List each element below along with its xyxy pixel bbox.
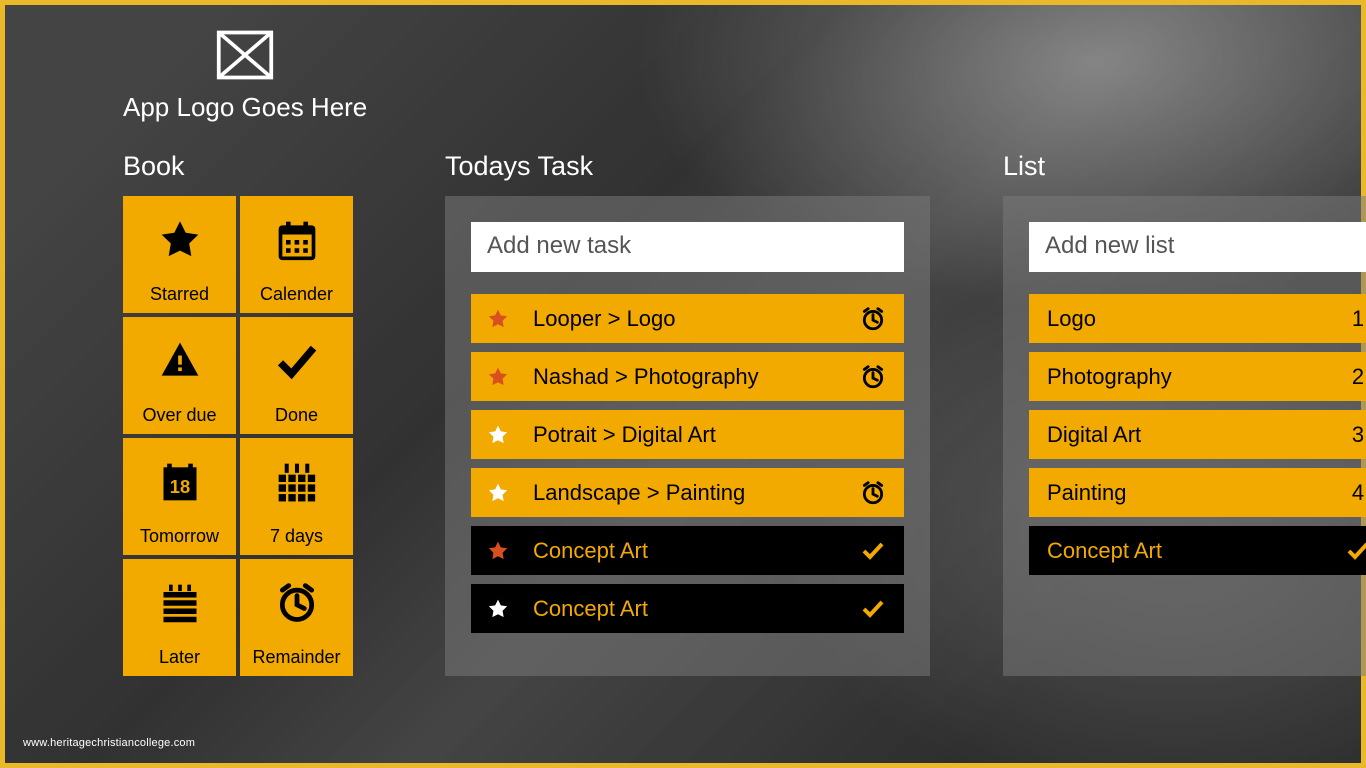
alarm-icon[interactable] — [856, 364, 890, 390]
todays-task-section: Todays Task Add new task Looper > Logo Na… — [445, 151, 930, 676]
book-tile-starred[interactable]: Starred — [123, 196, 236, 313]
tile-label: Starred — [150, 284, 209, 305]
tile-label: Tomorrow — [140, 526, 219, 547]
star-icon[interactable] — [485, 424, 511, 446]
task-title: Concept Art — [511, 538, 856, 564]
star-icon[interactable] — [485, 366, 511, 388]
list-section: List Add new list Logo 1 Photography 2 Digit… — [1003, 151, 1366, 676]
task-row[interactable]: Landscape > Painting — [471, 468, 904, 517]
check-icon[interactable] — [856, 597, 890, 621]
list-count: 3 — [1338, 422, 1366, 448]
list-count: 1 — [1338, 306, 1366, 332]
add-list-input[interactable]: Add new list — [1029, 222, 1366, 272]
task-row[interactable]: Nashad > Photography — [471, 352, 904, 401]
warning-icon — [158, 317, 202, 405]
tile-label: Later — [159, 647, 200, 668]
task-title: Looper > Logo — [511, 306, 856, 332]
list-panel: Add new list Logo 1 Photography 2 Digital Ar… — [1003, 196, 1366, 676]
calendar-icon — [275, 196, 319, 284]
app-title: App Logo Goes Here — [123, 92, 367, 123]
list-row[interactable]: Concept Art — [1029, 526, 1366, 575]
todays-task-title: Todays Task — [445, 151, 930, 182]
check-icon — [1338, 539, 1366, 563]
task-title: Potrait > Digital Art — [511, 422, 856, 448]
star-icon[interactable] — [485, 482, 511, 504]
alarm-icon — [275, 559, 319, 647]
book-tile-done[interactable]: Done — [240, 317, 353, 434]
alarm-icon[interactable] — [856, 306, 890, 332]
list-item-title: Digital Art — [1047, 422, 1141, 448]
book-tile-later[interactable]: Later — [123, 559, 236, 676]
task-row[interactable]: Concept Art — [471, 584, 904, 633]
task-row[interactable]: Potrait > Digital Art — [471, 410, 904, 459]
tile-label: Done — [275, 405, 318, 426]
check-icon[interactable] — [856, 539, 890, 563]
star-icon[interactable] — [485, 308, 511, 330]
book-section: Book Starred Calender Over due Done Tomorrow… — [123, 151, 368, 676]
task-row[interactable]: Concept Art — [471, 526, 904, 575]
list-row[interactable]: Photography 2 — [1029, 352, 1366, 401]
task-row[interactable]: Looper > Logo — [471, 294, 904, 343]
book-section-title: Book — [123, 151, 368, 182]
tile-label: Remainder — [252, 647, 340, 668]
list-row[interactable]: Digital Art 3 — [1029, 410, 1366, 459]
star-icon[interactable] — [485, 598, 511, 620]
tile-label: 7 days — [270, 526, 323, 547]
list-icon — [158, 559, 202, 647]
book-tile-calender[interactable]: Calender — [240, 196, 353, 313]
list-section-title: List — [1003, 151, 1366, 182]
alarm-icon[interactable] — [856, 480, 890, 506]
list-item-title: Logo — [1047, 306, 1096, 332]
tile-label: Over due — [142, 405, 216, 426]
book-tile-tomorrow[interactable]: Tomorrow — [123, 438, 236, 555]
todays-task-panel: Add new task Looper > Logo Nashad > Photo… — [445, 196, 930, 676]
list-row[interactable]: Logo 1 — [1029, 294, 1366, 343]
star-icon[interactable] — [485, 540, 511, 562]
app-header: App Logo Goes Here — [123, 27, 367, 123]
add-task-input[interactable]: Add new task — [471, 222, 904, 272]
list-row[interactable]: Painting 4 — [1029, 468, 1366, 517]
list-item-title: Photography — [1047, 364, 1172, 390]
calendar-18-icon — [158, 438, 202, 526]
tile-label: Calender — [260, 284, 333, 305]
watermark: www.heritagechristiancollege.com — [23, 737, 195, 749]
list-item-title: Painting — [1047, 480, 1127, 506]
task-title: Landscape > Painting — [511, 480, 856, 506]
book-tile-7-days[interactable]: 7 days — [240, 438, 353, 555]
book-tile-remainder[interactable]: Remainder — [240, 559, 353, 676]
task-title: Concept Art — [511, 596, 856, 622]
check-icon — [275, 317, 319, 405]
list-count: 2 — [1338, 364, 1366, 390]
task-title: Nashad > Photography — [511, 364, 856, 390]
star-icon — [158, 196, 202, 284]
app-logo-placeholder-icon — [215, 27, 275, 88]
book-tile-over-due[interactable]: Over due — [123, 317, 236, 434]
list-count: 4 — [1338, 480, 1366, 506]
week-icon — [275, 438, 319, 526]
list-item-title: Concept Art — [1047, 538, 1162, 564]
